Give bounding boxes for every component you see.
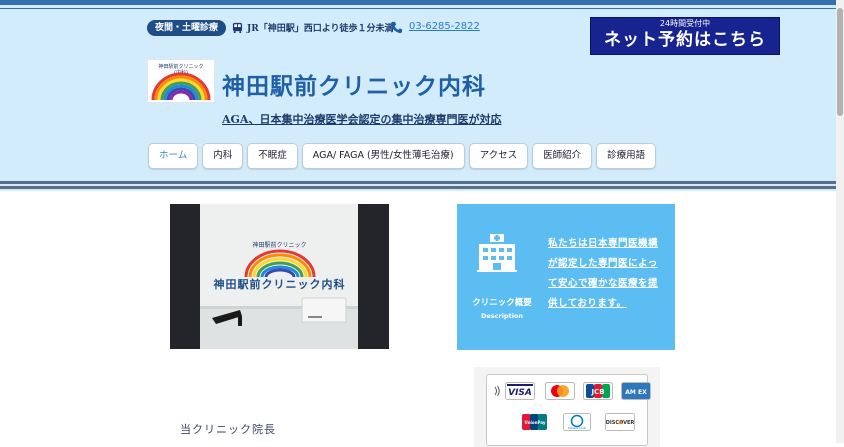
visa-label: VISA: [508, 388, 532, 398]
nav-insomnia[interactable]: 不眠症: [247, 143, 298, 169]
clinic-name-title[interactable]: 神田駅前クリニック内科: [222, 67, 486, 101]
phone-number-link[interactable]: 03-6285-2822: [409, 21, 480, 32]
director-heading: 当クリニック院長: [180, 423, 276, 436]
scrollbar-thumb[interactable]: [837, 8, 843, 116]
contactless-icon: [494, 385, 500, 397]
train-icon: [232, 22, 243, 33]
phone-icon: [390, 21, 403, 34]
nav-internal-medicine[interactable]: 内科: [202, 143, 244, 169]
amex-label: AM EX: [625, 389, 647, 396]
access-text: JR「神田駅」西口より徒歩１分未満: [247, 24, 394, 34]
laptop-icon: [301, 297, 347, 323]
night-saturday-badge: 夜間・土曜診療: [147, 20, 227, 36]
diners-label: Diners Club: [568, 426, 585, 430]
card-title-english: Description: [480, 312, 524, 320]
photo-logo-caption: 神田駅前クリニック: [252, 242, 307, 249]
reservation-24h-label: 24時間受付中: [659, 19, 711, 28]
payment-logos: VISA JCB AM EX UnionPay Diners Club: [486, 374, 651, 446]
photo-clinic-name: 神田駅前クリニック内科: [213, 278, 346, 291]
main-nav: ホーム 内科 不眠症 AGA/ FAGA (男性/女性薄毛治療) アクセス 医師…: [148, 143, 660, 169]
site-header: 夜間・土曜診療 JR「神田駅」西口より徒歩１分未満 03-6285-2822 2…: [0, 0, 836, 191]
diners-club-card-icon: Diners Club: [563, 413, 591, 431]
visa-card-icon: VISA: [505, 382, 535, 400]
mastercard-icon: [545, 382, 575, 400]
nav-access[interactable]: アクセス: [468, 143, 529, 169]
clinic-logo[interactable]: 神田駅前クリニック (内科): [147, 59, 215, 103]
nav-doctors[interactable]: 医師紹介: [532, 143, 593, 169]
amex-card-icon: AM EX: [621, 382, 651, 400]
clinic-overview-card[interactable]: クリニック概要 Description 私たちは日本専門医機構が認定した専門医に…: [457, 204, 675, 350]
rainbow-logo-icon: [151, 72, 211, 101]
payment-methods-panel: VISA JCB AM EX UnionPay Diners Club: [474, 367, 660, 447]
unionpay-card-icon: UnionPay: [522, 414, 547, 430]
header-divider-lower: [0, 186, 836, 189]
nav-home[interactable]: ホーム: [148, 143, 199, 169]
access-info: JR「神田駅」西口より徒歩１分未満: [232, 21, 394, 34]
clinic-tagline[interactable]: AGA、日本集中治療医学会認定の集中治療専門医が対応: [222, 111, 501, 127]
jcb-label: JCB: [590, 388, 604, 396]
monitor-icon: [212, 310, 242, 326]
clinic-reception-photo: 神田駅前クリニック 神田駅前クリニック内科: [170, 204, 389, 349]
card-title: クリニック概要: [472, 298, 532, 308]
page-scrollbar[interactable]: [836, 0, 844, 443]
discover-card-icon: DISCOVER: [605, 413, 635, 431]
nav-aga-faga[interactable]: AGA/ FAGA (男性/女性薄毛治療): [301, 143, 465, 169]
photo-rainbow-icon: [244, 249, 316, 278]
card-description-link[interactable]: 私たちは日本専門医機構が認定した専門医によって安心で確かな医療を提供しております…: [548, 234, 666, 314]
unionpay-label: UnionPay: [524, 420, 545, 425]
nav-glossary[interactable]: 診療用語: [596, 143, 657, 169]
online-reservation-button[interactable]: 24時間受付中 ネット予約はこちら: [590, 17, 780, 55]
hospital-icon: [477, 234, 517, 272]
reservation-label: ネット予約はこちら: [604, 30, 766, 50]
header-divider: [0, 181, 836, 184]
jcb-card-icon: JCB: [583, 382, 613, 400]
